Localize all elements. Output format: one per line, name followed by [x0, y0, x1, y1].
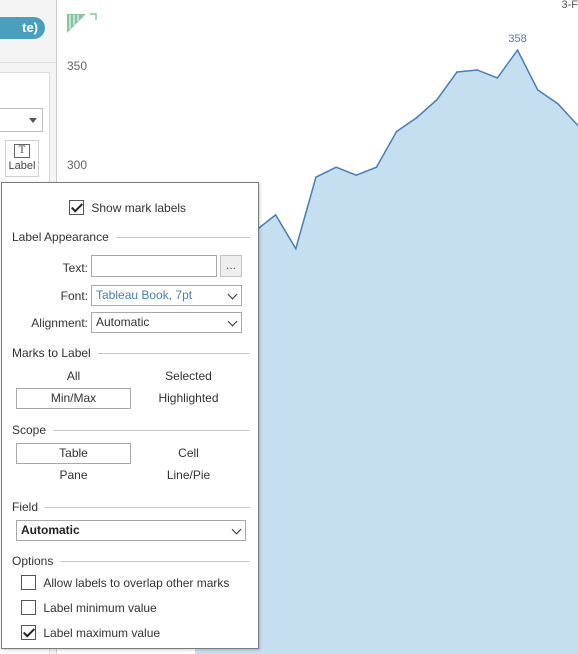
label-shelf-text: Label [8, 160, 36, 172]
data-point[interactable] [536, 89, 539, 91]
label-max-text: Label maximum value [43, 625, 161, 640]
label-settings-popup: Show mark labels Label Appearance Text: … [1, 182, 259, 649]
data-point[interactable] [335, 166, 337, 169]
data-point[interactable] [375, 166, 378, 169]
show-mark-labels-checkbox[interactable] [69, 200, 84, 216]
label-min-checkbox[interactable] [21, 600, 36, 616]
data-point[interactable] [436, 98, 438, 101]
label-max-row[interactable]: Label maximum value [21, 625, 161, 641]
data-point[interactable] [294, 247, 297, 250]
allow-overlap-text: Allow labels to overlap other marks [43, 575, 230, 590]
scope-option-line-pie[interactable]: Line/Pie [131, 465, 246, 486]
show-mark-labels-row[interactable]: Show mark labels [69, 200, 187, 216]
chevron-down-icon [227, 289, 238, 300]
edit-label-text-button[interactable]: ... [220, 255, 242, 277]
section-title: Marks to Label [12, 346, 91, 360]
show-mark-labels-text: Show mark labels [91, 200, 187, 215]
label-min-row[interactable]: Label minimum value [21, 600, 157, 616]
font-field-label: Font: [60, 289, 88, 303]
data-point[interactable] [557, 102, 559, 105]
data-point[interactable] [395, 130, 398, 133]
allow-overlap-checkbox[interactable] [21, 575, 36, 591]
marks-option-highlighted[interactable]: Highlighted [131, 388, 246, 409]
marks-option-all[interactable]: All [16, 366, 131, 387]
scope-heading: Scope [12, 423, 250, 437]
data-point[interactable] [315, 176, 317, 178]
data-point[interactable] [415, 116, 418, 119]
label-max-checkbox[interactable] [21, 625, 36, 641]
alignment-field-label: Alignment: [31, 316, 88, 330]
data-point[interactable] [355, 174, 358, 176]
data-point[interactable] [516, 49, 519, 51]
mark-type-dropdown[interactable] [0, 108, 43, 132]
section-title: Options [12, 554, 54, 568]
section-title: Label Appearance [12, 230, 109, 244]
data-point[interactable] [456, 71, 458, 73]
marks-to-label-heading: Marks to Label [12, 346, 250, 360]
data-point[interactable] [496, 77, 499, 79]
alignment-value: Automatic [96, 315, 150, 329]
field-dropdown[interactable]: Automatic [16, 520, 246, 541]
scope-option-table[interactable]: Table [16, 443, 131, 464]
field-value: Automatic [21, 523, 80, 537]
section-title: Scope [12, 423, 47, 437]
y-tick-label: 300 [67, 158, 88, 172]
label-appearance-heading: Label Appearance [12, 230, 250, 244]
label-text-input[interactable] [91, 255, 217, 277]
font-dropdown[interactable]: Tableau Book, 7pt [91, 285, 242, 306]
y-tick-label: 350 [67, 59, 88, 73]
alignment-dropdown[interactable]: Automatic [91, 312, 242, 333]
chevron-down-icon [227, 316, 238, 327]
label-shelf-button[interactable]: T Label [5, 140, 39, 177]
field-heading: Field [12, 500, 250, 514]
pane-divider [0, 62, 56, 63]
scope-option-pane[interactable]: Pane [16, 465, 131, 486]
filter-pill[interactable]: te) [0, 17, 45, 39]
text-field-label: Text: [62, 261, 88, 275]
allow-overlap-row[interactable]: Allow labels to overlap other marks [21, 575, 230, 591]
chevron-down-icon [231, 524, 242, 535]
font-value: Tableau Book, 7pt [96, 288, 193, 302]
scope-option-cell[interactable]: Cell [131, 443, 246, 464]
options-heading: Options [12, 554, 250, 568]
max-value-label: 358 [508, 33, 526, 45]
worksheet-title-fragment: 3-F [561, 0, 578, 11]
text-label-icon: T [14, 144, 30, 158]
data-point[interactable] [274, 214, 277, 216]
marks-option-selected[interactable]: Selected [131, 366, 246, 387]
chevron-down-icon [29, 118, 37, 123]
label-min-text: Label minimum value [43, 600, 157, 615]
data-point[interactable] [476, 69, 479, 71]
section-title: Field [12, 500, 39, 514]
worksheet-view-icon [66, 13, 98, 35]
marks-option-min-max[interactable]: Min/Max [16, 388, 131, 409]
